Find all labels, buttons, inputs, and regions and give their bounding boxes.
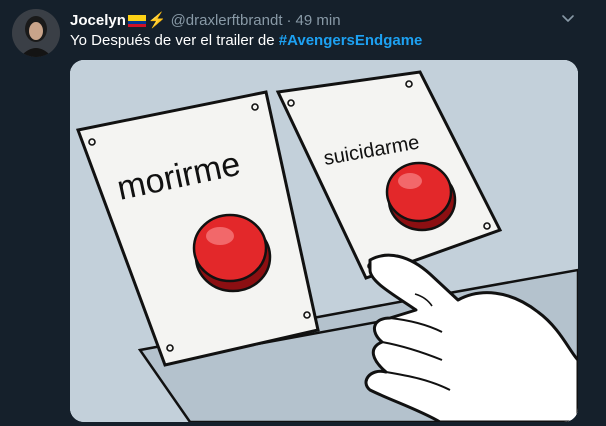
separator-dot: ·	[286, 11, 292, 29]
avatar[interactable]	[12, 9, 60, 57]
lightning-icon: ⚡	[147, 12, 167, 29]
author-handle[interactable]: @draxlerftbrandt	[171, 12, 283, 29]
tweet-text: Yo Después de ver el trailer de #Avenger…	[70, 32, 422, 49]
tweet-text-body: Yo Después de ver el trailer de	[70, 32, 279, 49]
chevron-down-icon[interactable]	[560, 10, 576, 26]
tweet-media-image[interactable]: morirme suicidarme	[70, 60, 578, 422]
hashtag-link[interactable]: #AvengersEndgame	[279, 32, 423, 49]
timestamp[interactable]: 49 min	[296, 12, 341, 29]
tweet-header: Jocelyn ⚡ @draxlerftbrandt · 49 min	[70, 10, 341, 30]
colombia-flag-icon	[127, 14, 146, 27]
left-red-button	[192, 213, 272, 293]
right-red-button	[385, 161, 457, 232]
tweet[interactable]: Jocelyn ⚡ @draxlerftbrandt · 49 min Yo D…	[0, 0, 606, 426]
author-name[interactable]: Jocelyn	[70, 12, 126, 29]
